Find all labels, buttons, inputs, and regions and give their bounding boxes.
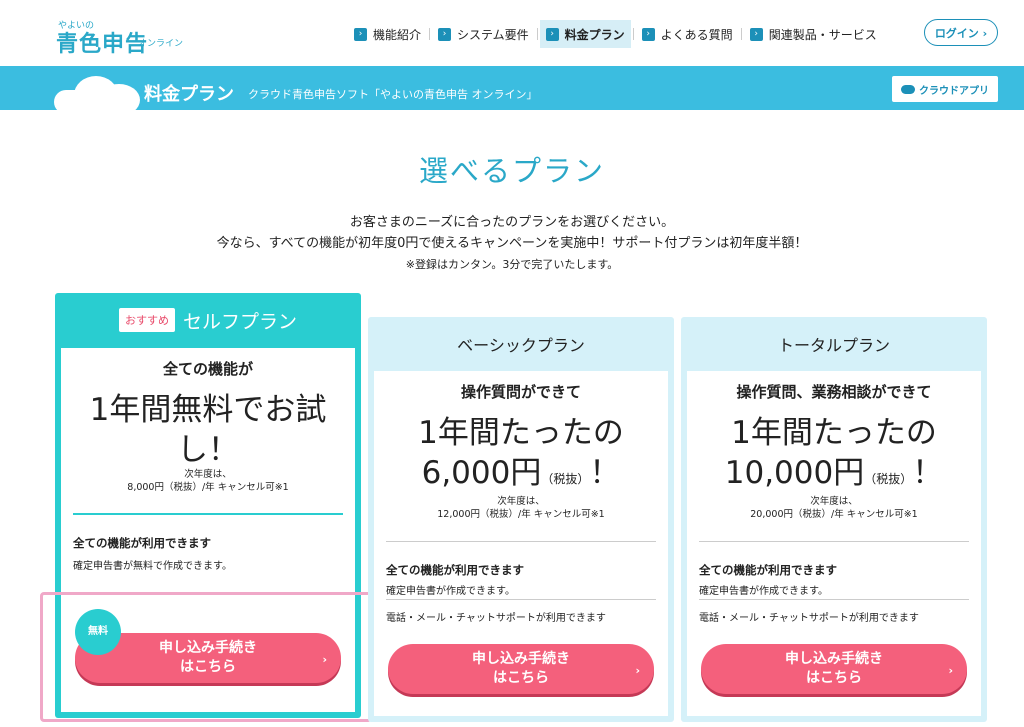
intro-line-2: 今なら、すべての機能が初年度0円で使えるキャンペーンを実施中！サポート付プランは…	[216, 236, 808, 251]
chevron-right-icon: ›	[948, 664, 953, 677]
logo-sub-text: オンライン	[138, 39, 184, 49]
plan-lead: 全ての機能が	[162, 360, 253, 378]
plan-headline: 1年間たったの 10,000円（税抜）！	[687, 413, 981, 499]
plan-headline: 1年間たったの 6,000円（税抜）！	[374, 413, 668, 499]
feature-title: 全ての機能が利用できます	[386, 563, 524, 577]
nav-item-features[interactable]: › 機能紹介	[348, 20, 427, 48]
plan-lead: 操作質問ができて	[460, 383, 581, 401]
price: 6,000円	[421, 455, 542, 491]
page-title: 料金プラン	[144, 84, 234, 105]
chevron-right-icon: ›	[354, 27, 367, 41]
apply-label-2: はこちら	[806, 670, 862, 686]
site-header: やよいの 青色申告 オンライン › 機能紹介 › システム要件 › 料金プラン …	[0, 0, 1024, 66]
plan-name: トータルプラン	[777, 336, 890, 355]
apply-label-1: 申し込み手続き	[785, 651, 883, 667]
plan-header: おすすめ セルフプラン	[55, 293, 361, 347]
nav-divider	[632, 28, 634, 40]
global-nav: › 機能紹介 › システム要件 › 料金プラン › よくある質問 › 関連製品・…	[348, 20, 883, 48]
feature-text: 確定申告書が作成できます。	[699, 586, 828, 597]
plan-renewal-note: 次年度は、 20,000円（税抜）/年 キャンセル可※1	[687, 495, 981, 521]
chevron-right-icon: ›	[635, 664, 640, 677]
support-text: 電話・メール・チャットサポートが利用できます	[699, 613, 919, 624]
plan-lead: 操作質問、業務相談ができて	[736, 383, 932, 401]
headline-line-1: 1年間たったの	[418, 415, 624, 451]
nav-item-system-requirements[interactable]: › システム要件	[432, 20, 535, 48]
nav-item-label: システム要件	[457, 27, 529, 42]
section-title: 選べるプラン	[418, 154, 605, 188]
renewal-line-1: 次年度は、	[184, 469, 232, 480]
plan-name: ベーシックプラン	[457, 336, 585, 355]
cloud-icon	[901, 84, 915, 94]
nav-divider	[536, 28, 538, 40]
renewal-line-1: 次年度は、	[810, 496, 858, 507]
page-subtitle: クラウド青色申告ソフト「やよいの青色申告 オンライン」	[248, 88, 538, 101]
headline-line-1: 1年間たったの	[731, 415, 937, 451]
plan-card-basic: ベーシックプラン 操作質問ができて 1年間たったの 6,000円（税抜）！ 次年…	[368, 317, 674, 722]
exclamation: ！	[589, 455, 621, 491]
chevron-right-icon: ›	[641, 27, 655, 41]
nav-item-pricing[interactable]: › 料金プラン	[539, 20, 631, 48]
cloud-icon	[54, 74, 150, 116]
nav-divider	[429, 28, 431, 40]
plan-name: セルフプラン	[182, 310, 297, 333]
nav-item-label: 関連製品・サービス	[768, 27, 877, 42]
chevron-right-icon: ›	[749, 27, 763, 41]
logo-main-text: 青色申告	[56, 32, 149, 57]
nav-divider	[740, 28, 742, 40]
chevron-right-icon: ›	[438, 27, 452, 41]
feature-text: 確定申告書が無料で作成できます。	[73, 561, 232, 572]
renewal-line-2: 12,000円（税抜）/年 キャンセル可※1	[437, 509, 605, 520]
nav-item-label: 機能紹介	[373, 27, 422, 42]
divider	[386, 541, 656, 542]
recommend-badge: おすすめ	[118, 308, 175, 332]
plan-headline: 1年間無料でお試 し！	[61, 390, 355, 470]
headline-line-1: 1年間無料でお試	[89, 392, 327, 428]
plan-renewal-note: 次年度は、 8,000円（税抜）/年 キャンセル可※1	[61, 468, 355, 494]
feature-title: 全ての機能が利用できます	[73, 536, 211, 550]
support-text: 電話・メール・チャットサポートが利用できます	[386, 613, 606, 624]
price: 10,000円	[724, 455, 865, 491]
divider	[699, 541, 969, 542]
plan-body: 操作質問ができて 1年間たったの 6,000円（税抜）！ 次年度は、 12,00…	[374, 371, 668, 716]
tax-label: （税抜）	[541, 472, 590, 486]
intro-line-1: お客さまのニーズに合ったのプランをお選びください。	[349, 215, 675, 230]
price-line: 10,000円（税抜）！	[687, 453, 981, 499]
feature-text: 確定申告書が作成できます。	[386, 586, 515, 597]
plan-card-total: トータルプラン 操作質問、業務相談ができて 1年間たったの 10,000円（税抜…	[681, 317, 987, 722]
apply-button[interactable]: 申し込み手続き はこちら ›	[388, 644, 654, 694]
plan-body: 操作質問、業務相談ができて 1年間たったの 10,000円（税抜）！ 次年度は、…	[687, 371, 981, 716]
nav-item-label: よくある質問	[660, 27, 733, 42]
intro-note: ※登録はカンタン。3分で完了いたします。	[405, 258, 619, 271]
cloud-app-label: クラウドアプリ	[919, 85, 989, 97]
renewal-line-2: 8,000円（税抜）/年 キャンセル可※1	[127, 482, 289, 493]
exclamation: ！	[912, 455, 944, 491]
apply-button[interactable]: 申し込み手続き はこちら ›	[701, 644, 967, 694]
feature-title: 全ての機能が利用できます	[699, 563, 837, 577]
plan-renewal-note: 次年度は、 12,000円（税抜）/年 キャンセル可※1	[374, 495, 668, 521]
intro-text: お客さまのニーズに合ったのプランをお選びください。 今なら、すべての機能が初年度…	[0, 212, 1024, 275]
headline-line-2: し！	[177, 432, 239, 468]
tax-label: （税抜）	[864, 472, 913, 486]
renewal-line-1: 次年度は、	[497, 496, 545, 507]
nav-item-label: 料金プラン	[564, 27, 625, 42]
login-button[interactable]: ログイン ›	[924, 19, 998, 46]
highlight-frame	[40, 592, 372, 722]
divider	[73, 513, 343, 515]
divider	[699, 599, 969, 600]
apply-label-1: 申し込み手続き	[472, 651, 570, 667]
chevron-right-icon: ›	[545, 27, 559, 41]
divider	[386, 599, 656, 600]
renewal-line-2: 20,000円（税抜）/年 キャンセル可※1	[750, 509, 918, 520]
price-line: 6,000円（税抜）！	[374, 453, 668, 499]
apply-label-2: はこちら	[493, 670, 549, 686]
cloud-app-button[interactable]: クラウドアプリ	[892, 76, 998, 102]
nav-item-faq[interactable]: › よくある質問	[636, 20, 739, 48]
nav-item-related-products[interactable]: › 関連製品・サービス	[744, 20, 883, 48]
